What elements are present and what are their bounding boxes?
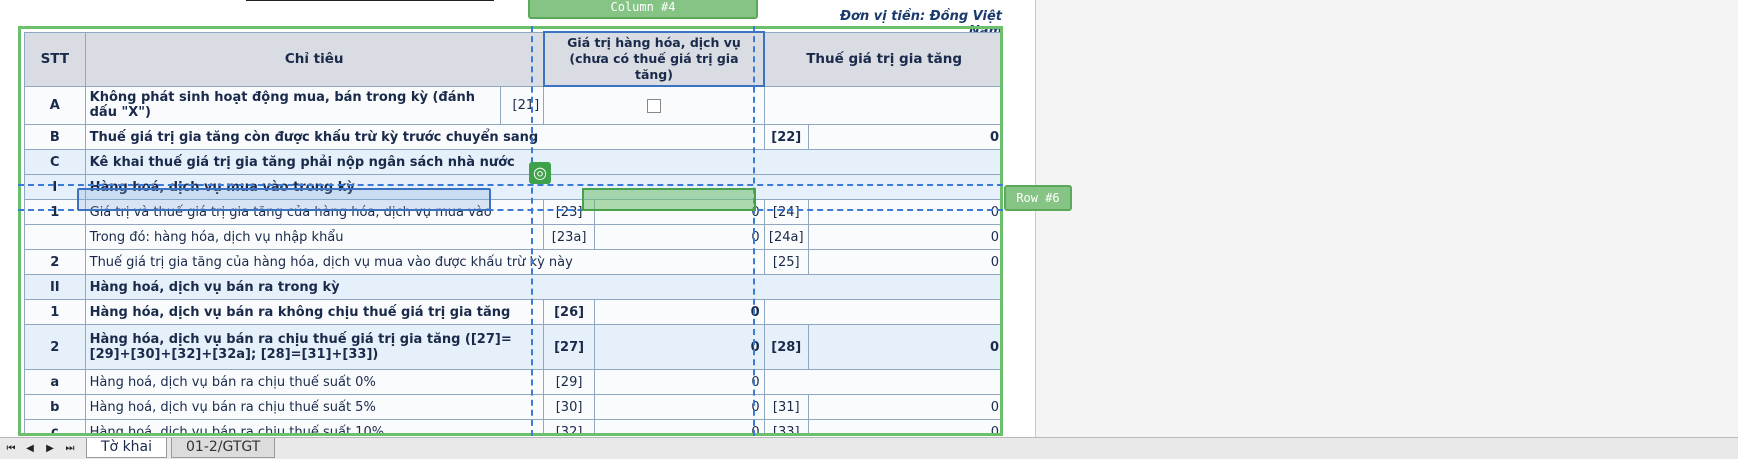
table-row: a Hàng hoá, dịch vụ bán ra chịu thuế suấ… <box>24 369 1000 395</box>
row-guide-top <box>18 184 1003 186</box>
row-stt: B <box>24 124 86 150</box>
header-stt: STT <box>24 31 86 87</box>
row-name: Hàng hoá, dịch vụ bán ra chịu thuế suất … <box>84 394 545 420</box>
table-row: 1 Hàng hóa, dịch vụ bán ra không chịu th… <box>24 299 1000 325</box>
empty-cell <box>763 85 1000 125</box>
vat-code: [28] <box>763 324 809 370</box>
vat-value[interactable]: 0 <box>807 124 1000 150</box>
table-row: B Thuế giá trị gia tăng còn được khấu tr… <box>24 124 1000 150</box>
row-name: Hàng hóa, dịch vụ bán ra chịu thuế giá t… <box>84 324 545 370</box>
vat-value[interactable]: 0 <box>807 324 1000 370</box>
goods-value[interactable]: 0 <box>593 224 765 250</box>
goods-code: [30] <box>543 394 595 420</box>
table-row: II Hàng hoá, dịch vụ bán ra trong kỳ <box>24 274 1000 300</box>
row-name: Thuế giá trị gia tăng còn được khấu trừ … <box>84 124 765 150</box>
target-icon: ◎ <box>529 162 551 184</box>
goods-value[interactable]: 0 <box>593 299 765 325</box>
declaration-table: STT Chỉ tiêu Giá trị hàng hóa, dịch vụ (… <box>24 31 1000 433</box>
vat-code: [25] <box>763 249 809 275</box>
table-row: C Kê khai thuế giá trị gia tăng phải nộp… <box>24 149 1000 175</box>
vat-value[interactable]: 0 <box>807 224 1000 250</box>
row-name: Hàng hoá, dịch vụ bán ra chịu thuế suất … <box>84 369 545 395</box>
goods-value[interactable]: 0 <box>593 324 765 370</box>
row-name: Hàng hoá, dịch vụ bán ra chịu thuế suất … <box>84 419 545 433</box>
row-stt: C <box>24 149 86 175</box>
header-indicator: Chỉ tiêu <box>84 31 545 87</box>
empty-cell <box>763 369 1000 395</box>
table-row: A Không phát sinh hoạt động mua, bán tro… <box>24 85 1000 125</box>
row-stt: A <box>24 85 86 125</box>
column-tag: Column #4 <box>528 0 758 19</box>
goods-code: [26] <box>543 299 595 325</box>
row-stt: a <box>24 369 86 395</box>
first-sheet-button[interactable]: ⏮ <box>3 441 19 456</box>
sheet-tab-bar: ⏮ ◀ ▶ ⏭ Tờ khai 01-2/GTGT <box>0 437 1738 459</box>
goods-value[interactable]: 0 <box>593 419 765 433</box>
goods-code: [32] <box>543 419 595 433</box>
no-activity-checkbox[interactable] <box>646 98 661 113</box>
selected-cell-highlight[interactable] <box>582 188 756 211</box>
row-name: Thuế giá trị gia tăng của hàng hóa, dịch… <box>84 249 765 275</box>
goods-value[interactable]: 0 <box>593 369 765 395</box>
row-name: Hàng hoá, dịch vụ bán ra trong kỳ <box>84 274 1000 300</box>
column-guide-left <box>531 26 533 436</box>
vat-code: [24a] <box>763 224 809 250</box>
column-guide-right <box>753 26 755 436</box>
row-stt: b <box>24 394 86 420</box>
header-row: STT Chỉ tiêu Giá trị hàng hóa, dịch vụ (… <box>24 31 1000 87</box>
row-code: [21] <box>500 85 545 125</box>
prev-sheet-button[interactable]: ◀ <box>22 441 38 456</box>
row-name: Không phát sinh hoạt động mua, bán trong… <box>84 85 502 125</box>
tab-01-2-gtgt[interactable]: 01-2/GTGT <box>171 438 276 458</box>
row-tag: Row #6 <box>1004 185 1072 211</box>
table-row: Trong đó: hàng hóa, dịch vụ nhập khẩu [2… <box>24 224 1000 250</box>
next-sheet-button[interactable]: ▶ <box>42 441 58 456</box>
table-row: b Hàng hoá, dịch vụ bán ra chịu thuế suấ… <box>24 394 1000 420</box>
header-vat: Thuế giá trị gia tăng <box>763 31 1000 87</box>
vat-value[interactable]: 0 <box>807 394 1000 420</box>
goods-code: [23a] <box>543 224 595 250</box>
selected-name-highlight <box>77 188 491 211</box>
vat-value[interactable]: 0 <box>807 419 1000 433</box>
row-stt: 2 <box>24 324 86 370</box>
empty-right-pane <box>1035 0 1738 440</box>
row-stt: 2 <box>24 249 86 275</box>
goods-value[interactable]: 0 <box>593 394 765 420</box>
row-stt: 1 <box>24 299 86 325</box>
vat-code: [24] <box>763 199 809 225</box>
table-row: 2 Thuế giá trị gia tăng của hàng hóa, dị… <box>24 249 1000 275</box>
tab-to-khai[interactable]: Tờ khai <box>86 438 168 458</box>
header-goods-value[interactable]: Giá trị hàng hóa, dịch vụ (chưa có thuế … <box>542 31 766 87</box>
vat-code: [33] <box>763 419 809 433</box>
table-row: 2 Hàng hóa, dịch vụ bán ra chịu thuế giá… <box>24 324 1000 370</box>
row-stt: II <box>24 274 86 300</box>
goods-code: [27] <box>543 324 595 370</box>
row-stt: c <box>24 419 86 433</box>
vat-value[interactable]: 0 <box>807 249 1000 275</box>
row-name: Trong đó: hàng hóa, dịch vụ nhập khẩu <box>84 224 545 250</box>
row-stt <box>24 224 86 250</box>
last-sheet-button[interactable]: ⏭ <box>62 441 78 456</box>
no-activity-cell[interactable] <box>543 85 765 125</box>
goods-code: [29] <box>543 369 595 395</box>
vat-code: [22] <box>763 124 809 150</box>
row-name: Hàng hóa, dịch vụ bán ra không chịu thuế… <box>84 299 545 325</box>
top-border-line <box>246 0 494 1</box>
declaration-grid: STT Chỉ tiêu Giá trị hàng hóa, dịch vụ (… <box>18 26 1003 436</box>
vat-code: [31] <box>763 394 809 420</box>
empty-cell <box>763 299 1000 325</box>
table-row: c Hàng hoá, dịch vụ bán ra chịu thuế suấ… <box>24 419 1000 433</box>
vat-value[interactable]: 0 <box>807 199 1000 225</box>
